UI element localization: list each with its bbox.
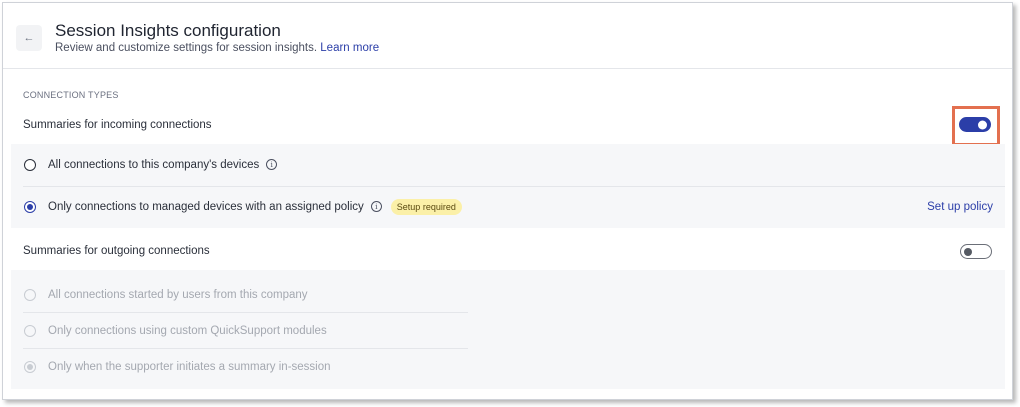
page-header: ← Session Insights configuration Review … [3,3,1012,69]
outgoing-option-supporter[interactable]: Only when the supporter initiates a summ… [11,348,1005,386]
option-label: Only when the supporter initiates a summ… [48,361,331,373]
learn-more-link[interactable]: Learn more [320,42,379,54]
incoming-option-managed[interactable]: Only connections to managed devices with… [11,187,1005,226]
option-label: All connections to this company's device… [48,159,260,171]
outgoing-option-all[interactable]: All connections started by users from th… [11,276,1005,314]
arrow-left-icon: ← [23,32,35,44]
incoming-options-panel: All connections to this company's device… [11,144,1005,228]
toggle-knob [964,247,972,256]
info-icon[interactable]: i [266,159,278,171]
option-label: Only connections using custom QuickSuppo… [48,324,327,337]
subtitle-text: Review and customize settings for sessio… [55,42,318,54]
section-label: CONNECTION TYPES [23,90,119,100]
radio-button[interactable] [24,289,36,301]
highlight-box [952,106,1000,146]
option-label: Only connections to managed devices with… [48,200,364,213]
incoming-heading: Summaries for incoming connections [23,119,212,131]
set-up-policy-link[interactable]: Set up policy [927,201,993,213]
radio-button[interactable] [24,159,36,171]
page-subtitle: Review and customize settings for sessio… [55,42,379,54]
radio-button-checked[interactable] [24,200,36,213]
back-button[interactable]: ← [16,25,42,51]
outgoing-heading: Summaries for outgoing connections [23,245,210,257]
page-title: Session Insights configuration [55,21,281,40]
outgoing-options-panel: All connections started by users from th… [11,270,1005,389]
setup-required-badge: Setup required [390,198,462,215]
radio-button-checked[interactable] [24,361,36,373]
option-label: All connections started by users from th… [48,289,308,301]
outgoing-option-quicksupport[interactable]: Only connections using custom QuickSuppo… [11,312,1005,349]
info-icon[interactable]: i [370,201,382,212]
settings-window: ← Session Insights configuration Review … [2,2,1013,400]
radio-button[interactable] [24,324,36,337]
incoming-option-all[interactable]: All connections to this company's device… [11,144,1005,186]
outgoing-toggle[interactable] [960,244,992,259]
